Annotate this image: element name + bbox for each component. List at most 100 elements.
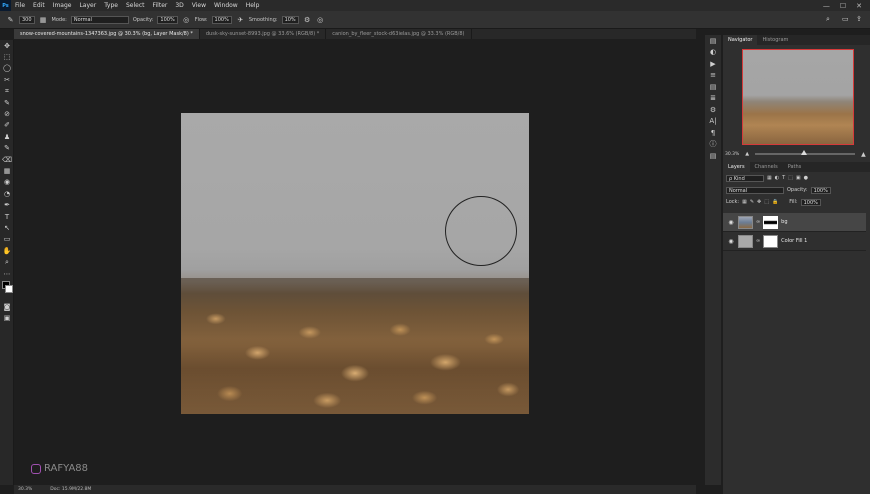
blur-tool-icon[interactable]: ◉ — [0, 177, 14, 188]
opacity-field[interactable]: 100% — [157, 15, 178, 24]
type-tool-icon[interactable]: T — [0, 211, 14, 222]
pressure-size-icon[interactable]: ◎ — [316, 15, 325, 24]
close-button[interactable]: ✕ — [856, 2, 862, 10]
menu-edit[interactable]: Edit — [29, 2, 49, 9]
layer-opacity-field[interactable]: 100% — [810, 186, 831, 194]
more-tools-icon[interactable]: ⋯ — [0, 268, 14, 279]
actions-panel-icon[interactable]: ▶ — [705, 58, 721, 70]
layer-name[interactable]: bg — [781, 219, 787, 225]
filter-smart-icon[interactable]: ▣ — [796, 175, 801, 181]
healing-tool-icon[interactable]: ⊘ — [0, 108, 14, 119]
history-panel-icon[interactable]: ▤ — [705, 150, 721, 162]
brush-settings-icon[interactable]: ▦ — [39, 15, 48, 24]
menu-file[interactable]: File — [11, 2, 29, 9]
layer-mask-thumbnail[interactable] — [763, 234, 779, 248]
chain-link-icon[interactable]: ∞ — [756, 219, 760, 225]
photoshop-logo-icon[interactable]: Ps — [0, 0, 11, 11]
filter-pixel-icon[interactable]: ▦ — [767, 175, 772, 181]
menu-image[interactable]: Image — [49, 2, 76, 9]
tab-navigator[interactable]: Navigator — [723, 35, 758, 45]
layer-name[interactable]: Color Fill 1 — [781, 238, 807, 244]
minimize-button[interactable]: — — [823, 2, 830, 10]
zoom-in-icon[interactable]: ▲ — [861, 151, 866, 158]
brush-tool-icon[interactable]: ✐ — [0, 120, 14, 131]
menu-window[interactable]: Window — [210, 2, 242, 9]
path-selection-tool-icon[interactable]: ↖ — [0, 222, 14, 233]
lasso-tool-icon[interactable]: ◯ — [0, 63, 14, 74]
color-swatches[interactable] — [0, 279, 13, 301]
mode-select[interactable]: Normal — [70, 15, 129, 24]
visibility-eye-icon[interactable]: ◉ — [727, 238, 735, 245]
paragraph-panel-icon[interactable]: ¶ — [705, 127, 721, 139]
character-panel-icon[interactable]: A| — [705, 116, 721, 128]
frame-tool-icon[interactable]: ⌗ — [0, 86, 14, 97]
flow-field[interactable]: 100% — [211, 15, 232, 24]
airbrush-icon[interactable]: ✈ — [236, 15, 245, 24]
gradient-tool-icon[interactable]: ▦ — [0, 165, 14, 176]
menu-type[interactable]: Type — [100, 2, 122, 9]
layer-row-color-fill[interactable]: ◉ ∞ Color Fill 1 — [723, 232, 866, 251]
blend-mode-select[interactable]: Normal — [726, 186, 784, 194]
info-panel-icon[interactable]: ⓘ — [705, 139, 721, 151]
brush-size-picker[interactable]: 300 — [19, 15, 35, 24]
gear-icon[interactable]: ⚙ — [303, 15, 312, 24]
background-color-swatch[interactable] — [5, 285, 13, 294]
tab-histogram[interactable]: Histogram — [757, 35, 793, 45]
tab-snow-covered-mountains[interactable]: snow-covered-mountains-1347363.jpg @ 30.… — [14, 29, 200, 39]
hand-tool-icon[interactable]: ✋ — [0, 245, 14, 256]
zoom-slider[interactable] — [755, 150, 856, 155]
menu-filter[interactable]: Filter — [149, 2, 172, 9]
brush-settings-panel-icon[interactable]: ⚙ — [705, 104, 721, 116]
menu-layer[interactable]: Layer — [75, 2, 100, 9]
clone-stamp-tool-icon[interactable]: ♟ — [0, 131, 14, 142]
layer-row-bg[interactable]: ◉ ∞ bg — [723, 213, 866, 232]
move-tool-icon[interactable]: ✥ — [0, 40, 14, 51]
layer-mask-thumbnail[interactable] — [763, 215, 779, 229]
filter-shape-icon[interactable]: ⬚ — [788, 175, 793, 181]
zoom-tool-icon[interactable]: ⌕ — [0, 256, 14, 267]
menu-3d[interactable]: 3D — [171, 2, 187, 9]
visibility-eye-icon[interactable]: ◉ — [727, 219, 735, 226]
share-icon[interactable]: ⇪ — [856, 15, 862, 23]
quick-mask-icon[interactable]: ◙ — [0, 301, 14, 312]
menu-select[interactable]: Select — [122, 2, 149, 9]
pen-tool-icon[interactable]: ✒ — [0, 199, 14, 210]
crop-tool-icon[interactable]: ✂ — [0, 74, 14, 85]
status-zoom[interactable]: 30.3% — [18, 487, 32, 492]
smoothing-field[interactable]: 10% — [281, 15, 299, 24]
filter-adjustment-icon[interactable]: ◐ — [775, 175, 779, 181]
dodge-tool-icon[interactable]: ◔ — [0, 188, 14, 199]
tab-channels[interactable]: Channels — [750, 162, 783, 172]
lock-artboard-icon[interactable]: ⬚ — [764, 199, 769, 205]
lock-position-icon[interactable]: ✥ — [757, 199, 761, 205]
lock-image-icon[interactable]: ✎ — [750, 199, 754, 205]
color-panel-icon[interactable]: ◐ — [705, 47, 721, 59]
pressure-opacity-icon[interactable]: ◎ — [182, 15, 191, 24]
menu-help[interactable]: Help — [242, 2, 264, 9]
marquee-tool-icon[interactable]: ⬚ — [0, 51, 14, 62]
lock-all-icon[interactable]: 🔒 — [772, 199, 778, 205]
tab-canion[interactable]: canion_by_fleer_stock-d63ielas.jpg @ 33.… — [326, 29, 472, 39]
zoom-out-icon[interactable]: ▲ — [745, 151, 749, 157]
navigator-preview[interactable] — [742, 49, 854, 145]
eraser-tool-icon[interactable]: ⌫ — [0, 154, 14, 165]
properties-panel-icon[interactable]: ≡ — [705, 70, 721, 82]
screen-mode-icon[interactable]: ▣ — [0, 313, 14, 324]
layer-filter-select[interactable]: ρ Kind — [726, 174, 764, 182]
brushes-panel-icon[interactable]: ≣ — [705, 93, 721, 105]
fill-field[interactable]: 100% — [800, 198, 821, 206]
lock-transparent-icon[interactable]: ▦ — [742, 199, 747, 205]
zoom-slider-knob[interactable] — [801, 150, 808, 155]
history-brush-tool-icon[interactable]: ✎ — [0, 143, 14, 154]
filter-toggle-icon[interactable]: ● — [804, 175, 808, 181]
navigator-zoom-value[interactable]: 30.3% — [725, 152, 739, 157]
adjustments-panel-icon[interactable]: ▤ — [705, 81, 721, 93]
eyedropper-tool-icon[interactable]: ✎ — [0, 97, 14, 108]
tab-layers[interactable]: Layers — [723, 162, 750, 172]
maximize-button[interactable]: ☐ — [840, 2, 846, 10]
tab-paths[interactable]: Paths — [783, 162, 807, 172]
layers-panel-icon[interactable]: ▤ — [705, 35, 721, 47]
shape-tool-icon[interactable]: ▭ — [0, 234, 14, 245]
brush-tool-icon[interactable]: ✎ — [6, 15, 15, 24]
workspace-icon[interactable]: ▭ — [842, 15, 849, 23]
